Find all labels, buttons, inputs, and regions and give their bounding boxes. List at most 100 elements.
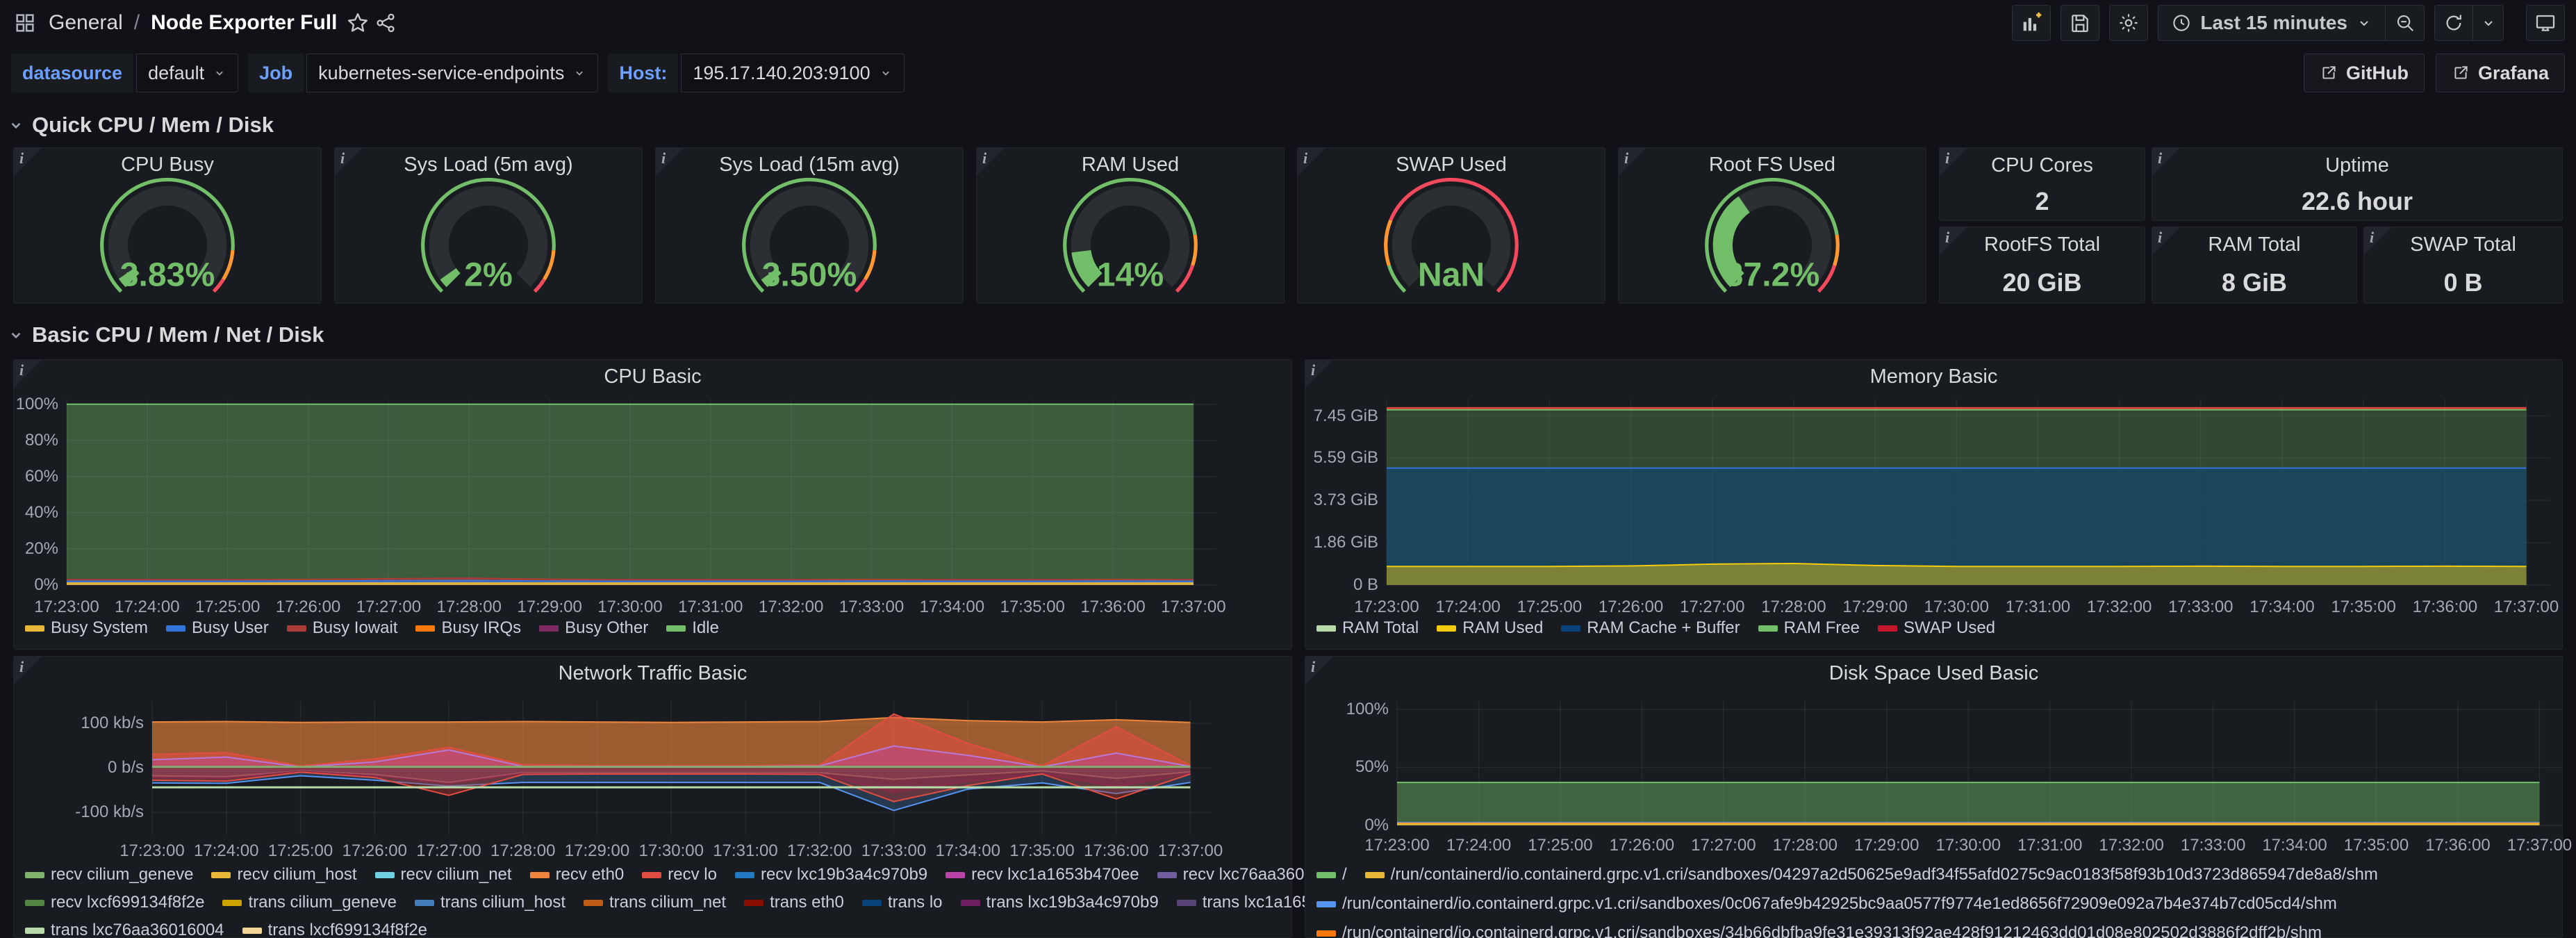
panel-title[interactable]: Uptime xyxy=(2152,154,2562,177)
legend-label: RAM Cache + Buffer xyxy=(1587,618,1740,638)
legend-swatch xyxy=(25,900,44,906)
x-tick-label: 17:29:00 xyxy=(517,598,581,617)
legend-label: / xyxy=(1342,865,1347,884)
x-tick-label: 17:25:00 xyxy=(1517,598,1582,617)
x-tick-label: 17:25:00 xyxy=(1528,836,1592,855)
legend-item[interactable]: Busy User xyxy=(166,618,269,638)
legend-swatch xyxy=(862,900,882,906)
legend-item[interactable]: /run/containerd/io.containerd.grpc.v1.cr… xyxy=(1365,865,2378,884)
external-link-icon xyxy=(2320,64,2338,82)
y-tick-label: 80% xyxy=(14,431,58,450)
x-tick-label: 17:37:00 xyxy=(1161,598,1225,617)
legend-item[interactable]: Busy System xyxy=(25,618,148,638)
x-tick-label: 17:36:00 xyxy=(2413,598,2477,617)
legend-swatch xyxy=(961,900,980,906)
dashboard-title[interactable]: Node Exporter Full xyxy=(151,11,337,35)
star-icon[interactable] xyxy=(344,9,372,37)
section-quick-cpu-mem-disk[interactable]: Quick CPU / Mem / Disk xyxy=(7,110,274,140)
legend-item[interactable]: RAM Cache + Buffer xyxy=(1561,618,1740,638)
legend-label: SWAP Used xyxy=(1904,618,1995,638)
add-panel-button[interactable] xyxy=(2012,5,2051,41)
legend-item[interactable]: trans cilium_host xyxy=(415,893,565,912)
legend-item[interactable]: recv cilium_host xyxy=(211,865,356,884)
legend-item[interactable]: SWAP Used xyxy=(1878,618,1995,638)
grafana-link-button[interactable]: Grafana xyxy=(2436,54,2565,92)
dashboard-settings-button[interactable] xyxy=(2109,5,2148,41)
kiosk-mode-button[interactable] xyxy=(2526,5,2565,41)
legend-swatch xyxy=(530,872,550,878)
variable-job-value[interactable]: kubernetes-service-endpoints xyxy=(306,54,598,92)
legend-item[interactable]: recv lxcf699134f8f2e xyxy=(25,893,204,912)
legend-item[interactable]: trans lxcf699134f8f2e xyxy=(242,921,428,938)
time-range-label: Last 15 minutes xyxy=(2200,12,2347,34)
panel-title[interactable]: RAM Total xyxy=(2152,233,2356,256)
variable-host-value[interactable]: 195.17.140.203:9100 xyxy=(681,54,904,92)
legend-label: recv cilium_geneve xyxy=(51,865,193,884)
github-link-button[interactable]: GitHub xyxy=(2304,54,2425,92)
legend-label: Idle xyxy=(692,618,719,638)
legend-item[interactable]: recv cilium_net xyxy=(375,865,512,884)
zoom-out-time-button[interactable] xyxy=(2386,5,2425,41)
legend-swatch xyxy=(1316,901,1336,907)
save-dashboard-button[interactable] xyxy=(2061,5,2099,41)
legend-item[interactable]: trans lxc76aa36016004 xyxy=(25,921,224,938)
refresh-interval-dropdown[interactable] xyxy=(2473,5,2504,41)
legend-item[interactable]: recv lo xyxy=(642,865,717,884)
legend-item[interactable]: /run/containerd/io.containerd.grpc.v1.cr… xyxy=(1316,923,2322,938)
legend-label: trans cilium_net xyxy=(609,893,726,912)
variable-datasource-label[interactable]: datasource xyxy=(11,54,133,92)
legend-item[interactable]: trans lxc19b3a4c970b9 xyxy=(961,893,1159,912)
x-tick-label: 17:27:00 xyxy=(1680,598,1744,617)
legend-item[interactable]: trans cilium_geneve xyxy=(222,893,396,912)
share-icon[interactable] xyxy=(372,9,399,37)
legend-item[interactable]: recv lxc19b3a4c970b9 xyxy=(735,865,927,884)
legend-item[interactable]: / xyxy=(1316,865,1347,884)
legend-item[interactable]: trans lo xyxy=(862,893,943,912)
legend-item[interactable]: Idle xyxy=(666,618,719,638)
memory-basic-chart: 0 B1.86 GiB3.73 GiB5.59 GiB7.45 GiB17:23… xyxy=(1305,360,2562,649)
refresh-button[interactable] xyxy=(2434,5,2473,41)
panel-title[interactable]: CPU Cores xyxy=(1940,154,2145,177)
variable-host-label[interactable]: Host: xyxy=(608,54,678,92)
panel-ram-total: i RAM Total 8 GiB xyxy=(2152,227,2357,304)
y-tick-label: 0 b/s xyxy=(14,758,144,777)
legend-row: / /run/containerd/io.containerd.grpc.v1.c… xyxy=(1316,865,2378,884)
legend-item[interactable]: Busy IRQs xyxy=(415,618,521,638)
panel-title[interactable]: RootFS Total xyxy=(1940,233,2145,256)
legend-item[interactable]: trans eth0 xyxy=(744,893,844,912)
y-tick-label: 1.86 GiB xyxy=(1305,533,1378,552)
dashboards-grid-icon[interactable] xyxy=(11,9,39,37)
legend-item[interactable]: RAM Free xyxy=(1758,618,1860,638)
legend-swatch xyxy=(375,872,395,878)
breadcrumb-folder[interactable]: General xyxy=(49,11,123,35)
legend-row: /run/containerd/io.containerd.grpc.v1.cr… xyxy=(1316,894,2337,914)
time-controls: Last 15 minutes xyxy=(2158,5,2425,41)
variable-job-label[interactable]: Job xyxy=(248,54,304,92)
x-tick-label: 17:30:00 xyxy=(1924,598,1989,617)
legend-item[interactable]: recv cilium_geneve xyxy=(25,865,193,884)
legend-label: trans lxcf699134f8f2e xyxy=(268,921,428,938)
legend-item[interactable]: Busy Other xyxy=(539,618,648,638)
x-tick-label: 17:33:00 xyxy=(839,598,904,617)
panel-title[interactable]: SWAP Total xyxy=(2364,233,2562,256)
section-basic-cpu-mem-net-disk[interactable]: Basic CPU / Mem / Net / Disk xyxy=(7,320,324,350)
legend-item[interactable]: recv lxc1a1653b470ee xyxy=(946,865,1139,884)
x-tick-label: 17:35:00 xyxy=(1009,841,1074,861)
time-range-picker[interactable]: Last 15 minutes xyxy=(2158,5,2386,41)
x-tick-label: 17:31:00 xyxy=(678,598,743,617)
variable-datasource-value[interactable]: default xyxy=(136,54,238,92)
stat-value: 20 GiB xyxy=(1940,268,2145,297)
legend-swatch xyxy=(415,625,435,632)
legend-swatch xyxy=(1437,625,1456,632)
legend-item[interactable]: trans cilium_net xyxy=(584,893,726,912)
legend-item[interactable]: recv eth0 xyxy=(530,865,625,884)
x-tick-label: 17:32:00 xyxy=(2087,598,2152,617)
top-nav-bar: General / Node Exporter Full xyxy=(0,0,2576,46)
panel-disk-space-used-basic: i Disk Space Used Basic 0%50%100%17:23:0… xyxy=(1305,656,2563,938)
legend-item[interactable]: Busy Iowait xyxy=(287,618,398,638)
legend-item[interactable]: RAM Used xyxy=(1437,618,1543,638)
legend-row: Busy System Busy User Busy Iowait Busy IRQs… xyxy=(25,618,719,638)
y-tick-label: 0% xyxy=(1305,816,1389,835)
legend-item[interactable]: /run/containerd/io.containerd.grpc.v1.cr… xyxy=(1316,894,2337,914)
legend-item[interactable]: RAM Total xyxy=(1316,618,1419,638)
